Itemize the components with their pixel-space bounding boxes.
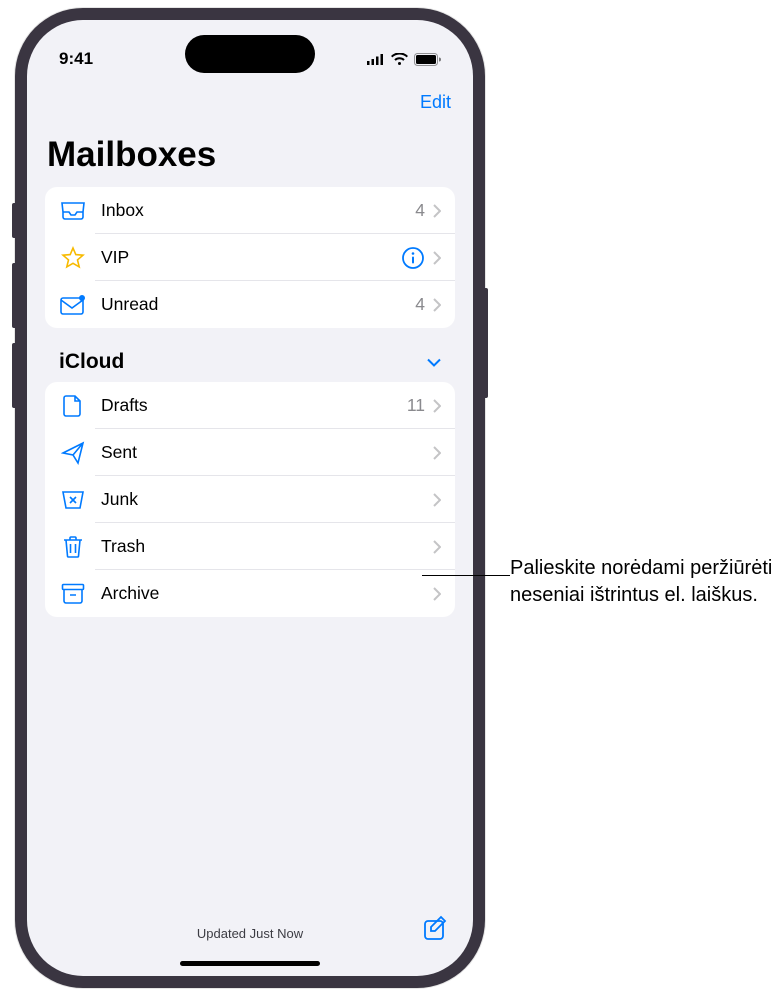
bottom-toolbar: Updated Just Now [27, 926, 473, 941]
edit-button[interactable]: Edit [420, 92, 451, 113]
chevron-right-icon [433, 587, 441, 601]
side-button [485, 288, 488, 398]
content-area: Mailboxes Inbox 4 VIP [27, 135, 473, 976]
screen: 9:41 Edit Mailboxes Inbox 4 [27, 20, 473, 976]
drafts-icon [59, 392, 87, 420]
star-icon [59, 244, 87, 272]
sent-icon [59, 439, 87, 467]
compose-button[interactable] [423, 915, 451, 943]
callout-line [422, 575, 510, 576]
mailbox-trash[interactable]: Trash [45, 523, 455, 570]
unread-icon [59, 291, 87, 319]
update-status: Updated Just Now [197, 926, 303, 941]
mailbox-archive[interactable]: Archive [45, 570, 455, 617]
mailbox-label: Sent [101, 442, 433, 463]
mailbox-vip[interactable]: VIP [45, 234, 455, 281]
mailbox-unread[interactable]: Unread 4 [45, 281, 455, 328]
nav-bar: Edit [398, 80, 473, 125]
mailbox-label: Inbox [101, 200, 415, 221]
mailbox-inbox[interactable]: Inbox 4 [45, 187, 455, 234]
phone-frame: 9:41 Edit Mailboxes Inbox 4 [15, 8, 485, 988]
mailbox-count: 11 [407, 395, 425, 416]
callout-text: Palieskite norėdami peržiūrėti neseniai … [510, 555, 782, 609]
junk-icon [59, 486, 87, 514]
cellular-icon [366, 53, 385, 65]
wifi-icon [391, 53, 408, 65]
chevron-right-icon [433, 446, 441, 460]
mailbox-label: Trash [101, 536, 433, 557]
chevron-right-icon [433, 298, 441, 312]
chevron-right-icon [433, 251, 441, 265]
mailbox-drafts[interactable]: Drafts 11 [45, 382, 455, 429]
battery-icon [414, 53, 441, 66]
info-icon[interactable] [401, 246, 425, 270]
volume-down-button [12, 343, 15, 408]
mailbox-count: 4 [415, 294, 425, 315]
chevron-right-icon [433, 540, 441, 554]
account-mailboxes-group: Drafts 11 Sent Junk [45, 382, 455, 617]
archive-icon [59, 580, 87, 608]
mailbox-label: Unread [101, 294, 415, 315]
mailbox-label: Drafts [101, 395, 407, 416]
dynamic-island [185, 35, 315, 73]
page-title: Mailboxes [45, 135, 455, 175]
trash-icon [59, 533, 87, 561]
inbox-icon [59, 197, 87, 225]
smart-mailboxes-group: Inbox 4 VIP [45, 187, 455, 328]
account-section-header[interactable]: iCloud [45, 328, 455, 382]
mailbox-label: Junk [101, 489, 433, 510]
chevron-right-icon [433, 204, 441, 218]
mailbox-count: 4 [415, 200, 425, 221]
mailbox-sent[interactable]: Sent [45, 429, 455, 476]
chevron-right-icon [433, 399, 441, 413]
account-name: iCloud [59, 350, 124, 374]
status-icons [366, 53, 441, 66]
home-indicator[interactable] [180, 961, 320, 966]
mute-switch [12, 203, 15, 238]
mailbox-junk[interactable]: Junk [45, 476, 455, 523]
volume-up-button [12, 263, 15, 328]
status-time: 9:41 [59, 49, 93, 69]
mailbox-label: VIP [101, 247, 401, 268]
mailbox-label: Archive [101, 583, 433, 604]
chevron-right-icon [433, 493, 441, 507]
chevron-down-icon [427, 358, 441, 367]
